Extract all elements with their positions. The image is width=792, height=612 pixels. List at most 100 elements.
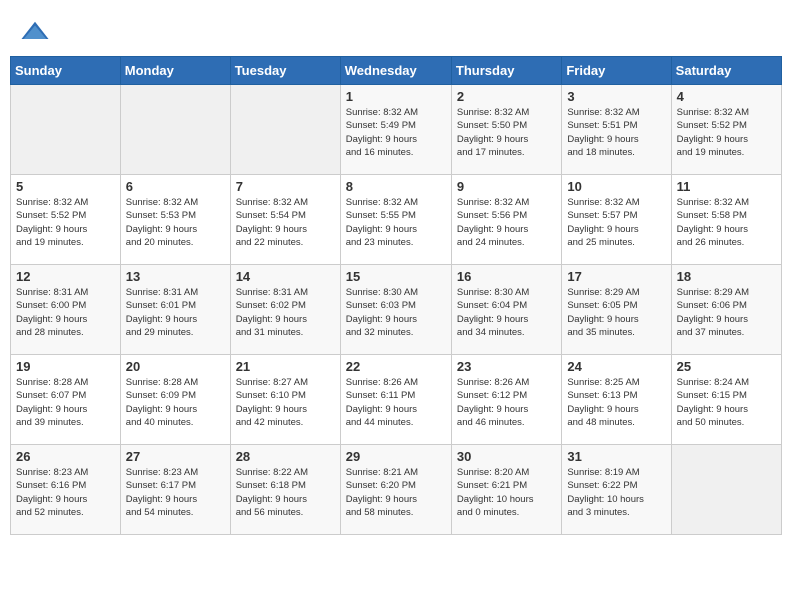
- day-number: 23: [457, 359, 556, 374]
- calendar-cell: 20 Sunrise: 8:28 AM Sunset: 6:09 PM Dayli…: [120, 355, 230, 445]
- logo: [20, 18, 52, 48]
- day-info: Sunrise: 8:32 AM Sunset: 5:52 PM Dayligh…: [16, 196, 115, 249]
- calendar-cell: 5Sunrise: 8:32 AM Sunset: 5:52 PM Daylig…: [11, 175, 121, 265]
- day-info: Sunrise: 8:32 AM Sunset: 5:57 PM Dayligh…: [567, 196, 665, 249]
- day-info: Sunrise: 8:31 AM Sunset: 6:02 PM Dayligh…: [236, 286, 335, 339]
- day-number: 21: [236, 359, 335, 374]
- day-number: 12: [16, 269, 115, 284]
- day-number: 24: [567, 359, 665, 374]
- calendar-week-row: 1 Sunrise: 8:32 AM Sunset: 5:49 PM Daylig…: [11, 85, 782, 175]
- day-info: Sunrise: 8:27 AM Sunset: 6:10 PM Dayligh…: [236, 376, 335, 429]
- day-number: 27: [126, 449, 225, 464]
- calendar-cell: 30 Sunrise: 8:20 AM Sunset: 6:21 PM Dayli…: [451, 445, 561, 535]
- calendar-cell: 15 Sunrise: 8:30 AM Sunset: 6:03 PM Dayli…: [340, 265, 451, 355]
- day-of-week-header: Monday: [120, 57, 230, 85]
- calendar-cell: 29 Sunrise: 8:21 AM Sunset: 6:20 PM Dayli…: [340, 445, 451, 535]
- calendar-cell: 12 Sunrise: 8:31 AM Sunset: 6:00 PM Dayli…: [11, 265, 121, 355]
- day-of-week-header: Friday: [562, 57, 671, 85]
- day-of-week-header: Sunday: [11, 57, 121, 85]
- calendar-cell: 9 Sunrise: 8:32 AM Sunset: 5:56 PM Daylig…: [451, 175, 561, 265]
- calendar-cell: 3 Sunrise: 8:32 AM Sunset: 5:51 PM Daylig…: [562, 85, 671, 175]
- day-info: Sunrise: 8:31 AM Sunset: 6:01 PM Dayligh…: [126, 286, 225, 339]
- day-info: Sunrise: 8:30 AM Sunset: 6:03 PM Dayligh…: [346, 286, 446, 339]
- day-number: 17: [567, 269, 665, 284]
- day-number: 11: [677, 179, 776, 194]
- day-info: Sunrise: 8:22 AM Sunset: 6:18 PM Dayligh…: [236, 466, 335, 519]
- calendar-cell: 28 Sunrise: 8:22 AM Sunset: 6:18 PM Dayli…: [230, 445, 340, 535]
- day-of-week-header: Wednesday: [340, 57, 451, 85]
- day-info: Sunrise: 8:19 AM Sunset: 6:22 PM Dayligh…: [567, 466, 665, 519]
- calendar-cell: 24 Sunrise: 8:25 AM Sunset: 6:13 PM Dayli…: [562, 355, 671, 445]
- calendar-cell: 4 Sunrise: 8:32 AM Sunset: 5:52 PM Daylig…: [671, 85, 781, 175]
- day-info: Sunrise: 8:32 AM Sunset: 5:49 PM Dayligh…: [346, 106, 446, 159]
- day-info: Sunrise: 8:32 AM Sunset: 5:50 PM Dayligh…: [457, 106, 556, 159]
- day-number: 2: [457, 89, 556, 104]
- day-number: 28: [236, 449, 335, 464]
- day-number: 3: [567, 89, 665, 104]
- day-number: 1: [346, 89, 446, 104]
- day-number: 7: [236, 179, 335, 194]
- day-number: 20: [126, 359, 225, 374]
- calendar-cell: [671, 445, 781, 535]
- calendar-cell: 13 Sunrise: 8:31 AM Sunset: 6:01 PM Dayli…: [120, 265, 230, 355]
- calendar-cell: 16 Sunrise: 8:30 AM Sunset: 6:04 PM Dayli…: [451, 265, 561, 355]
- day-number: 9: [457, 179, 556, 194]
- calendar-cell: 23 Sunrise: 8:26 AM Sunset: 6:12 PM Dayli…: [451, 355, 561, 445]
- calendar-cell: 17 Sunrise: 8:29 AM Sunset: 6:05 PM Dayli…: [562, 265, 671, 355]
- calendar-cell: 27 Sunrise: 8:23 AM Sunset: 6:17 PM Dayli…: [120, 445, 230, 535]
- day-info: Sunrise: 8:26 AM Sunset: 6:11 PM Dayligh…: [346, 376, 446, 429]
- calendar-cell: 19 Sunrise: 8:28 AM Sunset: 6:07 PM Dayli…: [11, 355, 121, 445]
- day-info: Sunrise: 8:32 AM Sunset: 5:54 PM Dayligh…: [236, 196, 335, 249]
- calendar-cell: 25 Sunrise: 8:24 AM Sunset: 6:15 PM Dayli…: [671, 355, 781, 445]
- day-of-week-header: Tuesday: [230, 57, 340, 85]
- calendar-cell: 6 Sunrise: 8:32 AM Sunset: 5:53 PM Daylig…: [120, 175, 230, 265]
- day-number: 16: [457, 269, 556, 284]
- day-number: 15: [346, 269, 446, 284]
- calendar-cell: 8 Sunrise: 8:32 AM Sunset: 5:55 PM Daylig…: [340, 175, 451, 265]
- day-info: Sunrise: 8:28 AM Sunset: 6:07 PM Dayligh…: [16, 376, 115, 429]
- calendar-cell: 10 Sunrise: 8:32 AM Sunset: 5:57 PM Dayli…: [562, 175, 671, 265]
- calendar-cell: [120, 85, 230, 175]
- day-info: Sunrise: 8:29 AM Sunset: 6:06 PM Dayligh…: [677, 286, 776, 339]
- day-number: 8: [346, 179, 446, 194]
- day-number: 19: [16, 359, 115, 374]
- day-info: Sunrise: 8:20 AM Sunset: 6:21 PM Dayligh…: [457, 466, 556, 519]
- day-info: Sunrise: 8:24 AM Sunset: 6:15 PM Dayligh…: [677, 376, 776, 429]
- day-number: 13: [126, 269, 225, 284]
- day-info: Sunrise: 8:32 AM Sunset: 5:52 PM Dayligh…: [677, 106, 776, 159]
- day-number: 25: [677, 359, 776, 374]
- day-info: Sunrise: 8:31 AM Sunset: 6:00 PM Dayligh…: [16, 286, 115, 339]
- day-info: Sunrise: 8:21 AM Sunset: 6:20 PM Dayligh…: [346, 466, 446, 519]
- day-of-week-header: Saturday: [671, 57, 781, 85]
- day-info: Sunrise: 8:32 AM Sunset: 5:51 PM Dayligh…: [567, 106, 665, 159]
- day-info: Sunrise: 8:28 AM Sunset: 6:09 PM Dayligh…: [126, 376, 225, 429]
- day-number: 29: [346, 449, 446, 464]
- day-info: Sunrise: 8:32 AM Sunset: 5:55 PM Dayligh…: [346, 196, 446, 249]
- calendar-cell: 14 Sunrise: 8:31 AM Sunset: 6:02 PM Dayli…: [230, 265, 340, 355]
- day-info: Sunrise: 8:29 AM Sunset: 6:05 PM Dayligh…: [567, 286, 665, 339]
- day-info: Sunrise: 8:32 AM Sunset: 5:53 PM Dayligh…: [126, 196, 225, 249]
- day-number: 30: [457, 449, 556, 464]
- day-info: Sunrise: 8:32 AM Sunset: 5:58 PM Dayligh…: [677, 196, 776, 249]
- day-info: Sunrise: 8:32 AM Sunset: 5:56 PM Dayligh…: [457, 196, 556, 249]
- day-info: Sunrise: 8:23 AM Sunset: 6:16 PM Dayligh…: [16, 466, 115, 519]
- day-info: Sunrise: 8:30 AM Sunset: 6:04 PM Dayligh…: [457, 286, 556, 339]
- calendar-cell: 7 Sunrise: 8:32 AM Sunset: 5:54 PM Daylig…: [230, 175, 340, 265]
- page-header: [10, 10, 782, 48]
- calendar-cell: 26Sunrise: 8:23 AM Sunset: 6:16 PM Dayli…: [11, 445, 121, 535]
- day-number: 18: [677, 269, 776, 284]
- day-number: 14: [236, 269, 335, 284]
- day-info: Sunrise: 8:23 AM Sunset: 6:17 PM Dayligh…: [126, 466, 225, 519]
- day-number: 31: [567, 449, 665, 464]
- calendar-cell: 31 Sunrise: 8:19 AM Sunset: 6:22 PM Dayli…: [562, 445, 671, 535]
- day-number: 4: [677, 89, 776, 104]
- calendar-week-row: 5Sunrise: 8:32 AM Sunset: 5:52 PM Daylig…: [11, 175, 782, 265]
- calendar-cell: 2 Sunrise: 8:32 AM Sunset: 5:50 PM Daylig…: [451, 85, 561, 175]
- calendar-week-row: 12 Sunrise: 8:31 AM Sunset: 6:00 PM Dayli…: [11, 265, 782, 355]
- day-number: 6: [126, 179, 225, 194]
- day-info: Sunrise: 8:25 AM Sunset: 6:13 PM Dayligh…: [567, 376, 665, 429]
- calendar-cell: [11, 85, 121, 175]
- calendar-cell: 11 Sunrise: 8:32 AM Sunset: 5:58 PM Dayli…: [671, 175, 781, 265]
- day-info: Sunrise: 8:26 AM Sunset: 6:12 PM Dayligh…: [457, 376, 556, 429]
- day-number: 10: [567, 179, 665, 194]
